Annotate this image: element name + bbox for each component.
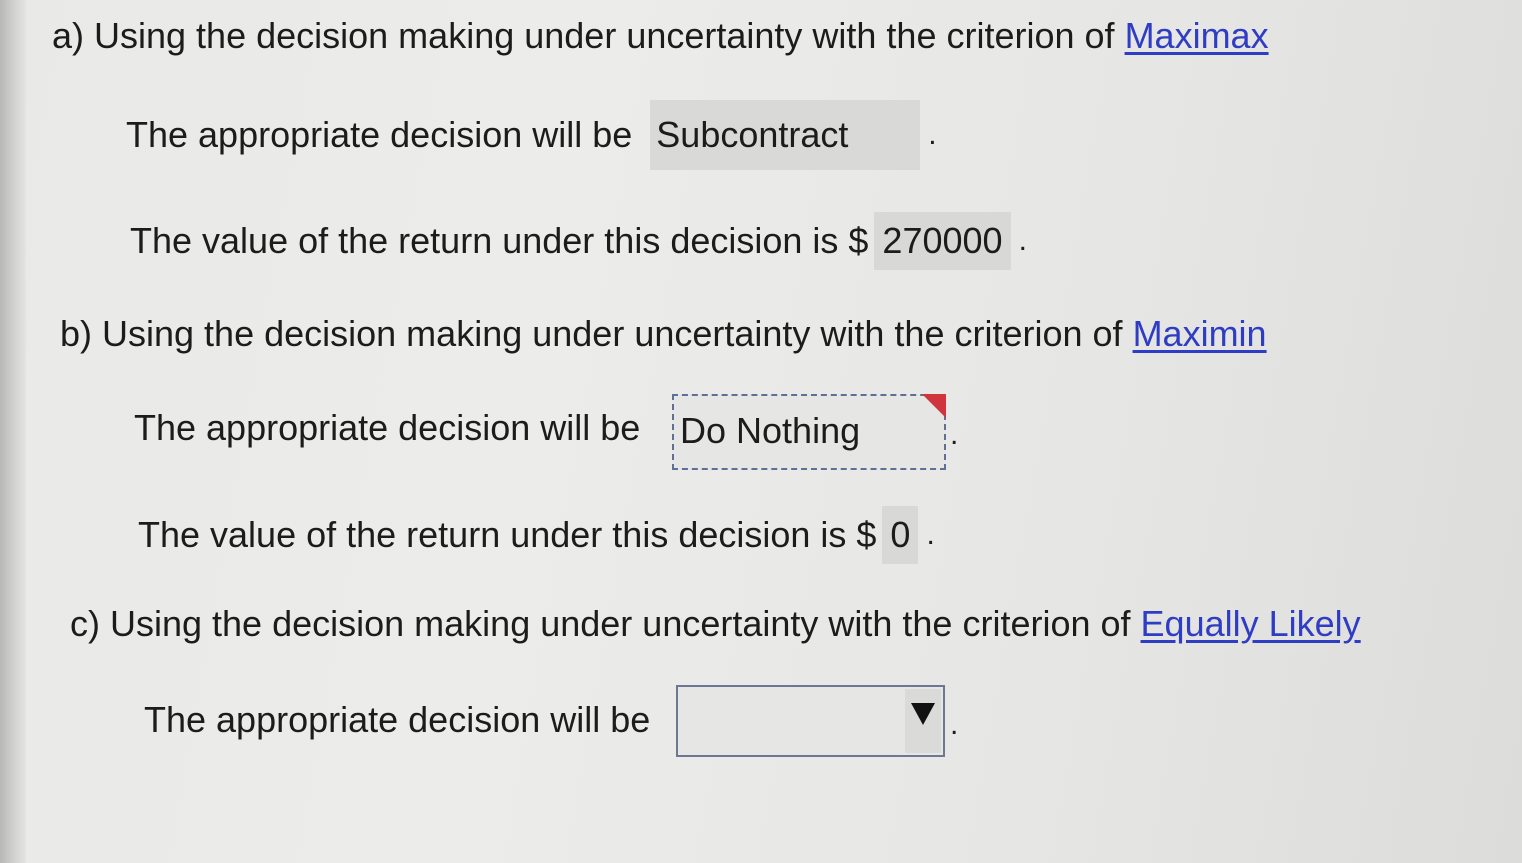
question-c-decision-label-row: The appropriate decision will be <box>144 698 650 742</box>
question-a-decision-period: . <box>928 118 937 151</box>
question-c-decision-period: . <box>950 708 959 741</box>
dropdown-button[interactable] <box>905 689 941 753</box>
question-b-decision-label: The appropriate decision will be <box>134 407 641 448</box>
question-b-value-period: . <box>926 518 935 551</box>
question-a-decision-label: The appropriate decision will be <box>126 114 633 155</box>
maximax-link[interactable]: Maximax <box>1125 14 1269 58</box>
question-a-value-period: . <box>1018 224 1027 257</box>
question-a-value-answer: 270000 <box>874 212 1011 270</box>
question-c-decision-label: The appropriate decision will be <box>144 699 651 740</box>
question-b-heading: b) Using the decision making under uncer… <box>60 312 1267 356</box>
question-c-heading: c) Using the decision making under uncer… <box>70 602 1361 646</box>
question-a-heading: a) Using the decision making under uncer… <box>52 14 1269 58</box>
question-b-decision-period: . <box>950 418 959 451</box>
equally-likely-link[interactable]: Equally Likely <box>1141 602 1361 646</box>
triangle-down-icon <box>911 703 935 725</box>
question-a-decision-answer: Subcontract <box>650 100 921 170</box>
question-a-value-label: The value of the return under this decis… <box>130 220 869 261</box>
question-b-decision-label-row: The appropriate decision will be <box>134 406 640 450</box>
question-b-value-row: The value of the return under this decis… <box>138 506 935 564</box>
question-b-value-answer: 0 <box>882 506 919 564</box>
question-a-decision-row: The appropriate decision will be Subcont… <box>126 100 937 170</box>
question-b-value-label: The value of the return under this decis… <box>138 514 877 555</box>
maximin-link[interactable]: Maximin <box>1133 312 1267 356</box>
question-a-value-row: The value of the return under this decis… <box>130 212 1027 270</box>
page-edge-shadow <box>0 0 26 863</box>
red-corner-flag-icon <box>922 394 946 418</box>
question-a-prefix: a) Using the decision making under uncer… <box>52 15 1115 56</box>
question-c-decision-select[interactable] <box>676 685 945 757</box>
question-b-prefix: b) Using the decision making under uncer… <box>60 313 1123 354</box>
question-b-decision-selected: Do Nothing <box>680 410 861 451</box>
question-b-decision-select[interactable]: Do Nothing <box>672 394 946 470</box>
question-c-prefix: c) Using the decision making under uncer… <box>70 603 1131 644</box>
